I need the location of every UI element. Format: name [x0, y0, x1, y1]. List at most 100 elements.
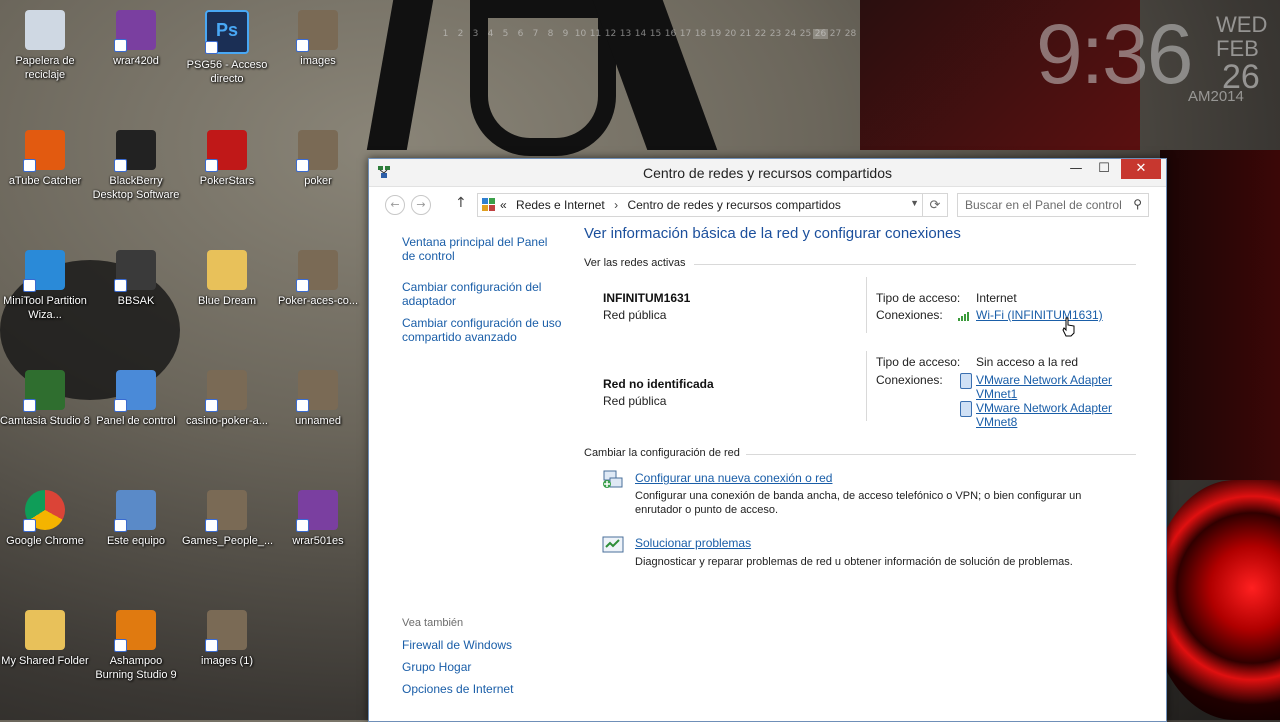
connection-link-wifi[interactable]: Wi-Fi (INFINITUM1631): [976, 308, 1126, 322]
chevron-right-icon[interactable]: ›: [614, 198, 618, 212]
desktop-icon[interactable]: BlackBerry Desktop Software: [91, 130, 181, 202]
desktop-icon[interactable]: Papelera de reciclaje: [0, 10, 90, 82]
desktop-icon[interactable]: Blue Dream: [182, 250, 272, 308]
see-also-firewall[interactable]: Firewall de Windows: [402, 638, 562, 652]
desktop-icon[interactable]: poker: [273, 130, 363, 188]
image-icon: [296, 250, 338, 292]
desktop-icon[interactable]: Ps PSG56 - Acceso directo: [182, 10, 272, 86]
see-also-label: Vea también: [402, 617, 464, 629]
calendar-day: 27: [829, 29, 842, 39]
desktop-icon[interactable]: Games_People_...: [182, 490, 273, 548]
desktop-icon[interactable]: aTube Catcher: [0, 130, 90, 188]
breadcrumb-prefix[interactable]: «: [500, 198, 507, 212]
desktop-icon[interactable]: wrar501es: [273, 490, 363, 548]
desktop-icon[interactable]: Google Chrome: [0, 490, 90, 548]
ashampoo-icon: [114, 610, 156, 652]
forward-button[interactable]: →: [411, 195, 431, 215]
desktop-icon[interactable]: Panel de control: [91, 370, 181, 428]
calendar-day: 21: [739, 29, 752, 39]
desktop-icon[interactable]: images: [273, 10, 363, 68]
connection-link-vmnet1[interactable]: VMware Network Adapter VMnet1: [976, 373, 1126, 401]
image-icon: [296, 10, 338, 52]
calendar-day: 26: [813, 29, 828, 39]
clock-weekday: WED: [1216, 12, 1268, 37]
main-pane: Ver información básica de la red y confi…: [584, 221, 1136, 721]
desktop-icon[interactable]: Camtasia Studio 8: [0, 370, 90, 428]
desktop-icon[interactable]: PokerStars: [182, 130, 272, 188]
breadcrumb-redes-internet[interactable]: Redes e Internet: [516, 198, 605, 212]
desktop-icon-label: aTube Catcher: [8, 175, 82, 187]
desktop-icon[interactable]: MiniTool Partition Wiza...: [0, 250, 90, 322]
connections-label: Conexiones:: [876, 308, 943, 322]
winrar-icon: [114, 10, 156, 52]
calendar-day: 17: [679, 29, 692, 39]
up-button[interactable]: ↑: [455, 195, 467, 211]
wifi-signal-icon: [958, 312, 969, 321]
calendar-day: 22: [754, 29, 767, 39]
sidebar-link-control-panel-home[interactable]: Ventana principal del Panel de control: [402, 235, 562, 263]
chevron-down-icon[interactable]: ▼: [910, 198, 919, 208]
search-icon[interactable]: ⚲: [1133, 197, 1142, 211]
new-connection-icon: [603, 470, 623, 488]
wallpaper-red-disc: [1150, 480, 1280, 720]
task-troubleshoot-link[interactable]: Solucionar problemas: [635, 536, 751, 550]
desktop-icon[interactable]: wrar420d: [91, 10, 181, 68]
photoshop-icon: Ps: [205, 10, 249, 54]
desktop-icon[interactable]: images (1): [182, 610, 272, 668]
calendar-day: 5: [502, 29, 509, 39]
network-category[interactable]: Red pública: [603, 308, 666, 322]
image-icon: [296, 370, 338, 412]
divider: [584, 345, 1136, 346]
task-new-connection-link[interactable]: Configurar una nueva conexión o red: [635, 471, 832, 485]
desktop-icon-label: unnamed: [295, 415, 341, 427]
desktop-icon[interactable]: My Shared Folder: [0, 610, 90, 668]
calendar-day: 12: [604, 29, 617, 39]
desktop-icon[interactable]: unnamed: [273, 370, 363, 428]
computer-icon: [114, 490, 156, 532]
desktop-icon-label: My Shared Folder: [1, 655, 89, 667]
back-button[interactable]: ←: [385, 195, 405, 215]
search-placeholder: Buscar en el Panel de control: [965, 198, 1122, 212]
access-type-value: Sin acceso a la red: [976, 355, 1079, 369]
change-settings-label: Cambiar la configuración de red: [584, 447, 740, 459]
desktop-icon-label: PSG56 - Acceso directo: [186, 59, 268, 85]
breadcrumb-network-center[interactable]: Centro de redes y recursos compartidos: [627, 198, 840, 212]
address-bar[interactable]: « Redes e Internet › Centro de redes y r…: [477, 193, 948, 217]
desktop-icon-label: Panel de control: [96, 415, 176, 427]
calendar-day: 1: [442, 29, 449, 39]
calendar-day: 9: [562, 29, 569, 39]
winrar-icon: [296, 490, 338, 532]
calendar-day: 4: [487, 29, 494, 39]
folder-icon: [25, 610, 65, 650]
network-category[interactable]: Red pública: [603, 394, 666, 408]
close-button[interactable]: ✕: [1121, 159, 1161, 179]
image-icon: [296, 130, 338, 172]
calendar-day: 2: [457, 29, 464, 39]
see-also-homegroup[interactable]: Grupo Hogar: [402, 660, 562, 674]
window-content: Ventana principal del Panel de control C…: [369, 221, 1166, 721]
desktop-icon-label: Papelera de reciclaje: [15, 55, 75, 81]
desktop-icon[interactable]: Poker-aces-co...: [273, 250, 363, 308]
refresh-button[interactable]: ⟳: [922, 194, 947, 216]
search-input[interactable]: Buscar en el Panel de control ⚲: [957, 193, 1149, 217]
image-icon: [205, 490, 247, 532]
image-icon: [205, 370, 247, 412]
see-also-internet-options[interactable]: Opciones de Internet: [402, 682, 562, 696]
calendar-day: 19: [709, 29, 722, 39]
window-titlebar[interactable]: Centro de redes y recursos compartidos —…: [369, 159, 1166, 187]
calendar-day: 28: [844, 29, 857, 39]
sidebar-link-adapter-settings[interactable]: Cambiar configuración del adaptador: [402, 280, 562, 308]
calendar-day: 7: [532, 29, 539, 39]
sidebar-link-advanced-sharing[interactable]: Cambiar configuración de uso compartido …: [402, 316, 562, 344]
desktop-icon[interactable]: Este equipo: [91, 490, 181, 548]
maximize-button[interactable]: ☐: [1090, 159, 1118, 179]
folder-icon: [207, 250, 247, 290]
connection-link-vmnet8[interactable]: VMware Network Adapter VMnet8: [976, 401, 1126, 429]
network-adapter-icon: [960, 401, 972, 417]
minimize-button[interactable]: —: [1062, 159, 1090, 179]
desktop-icon[interactable]: BBSAK: [91, 250, 181, 308]
calendar-day: 18: [694, 29, 707, 39]
desktop-icon[interactable]: casino-poker-a...: [182, 370, 272, 428]
left-pane: Ventana principal del Panel de control C…: [369, 221, 569, 721]
desktop-icon[interactable]: Ashampoo Burning Studio 9: [91, 610, 181, 682]
